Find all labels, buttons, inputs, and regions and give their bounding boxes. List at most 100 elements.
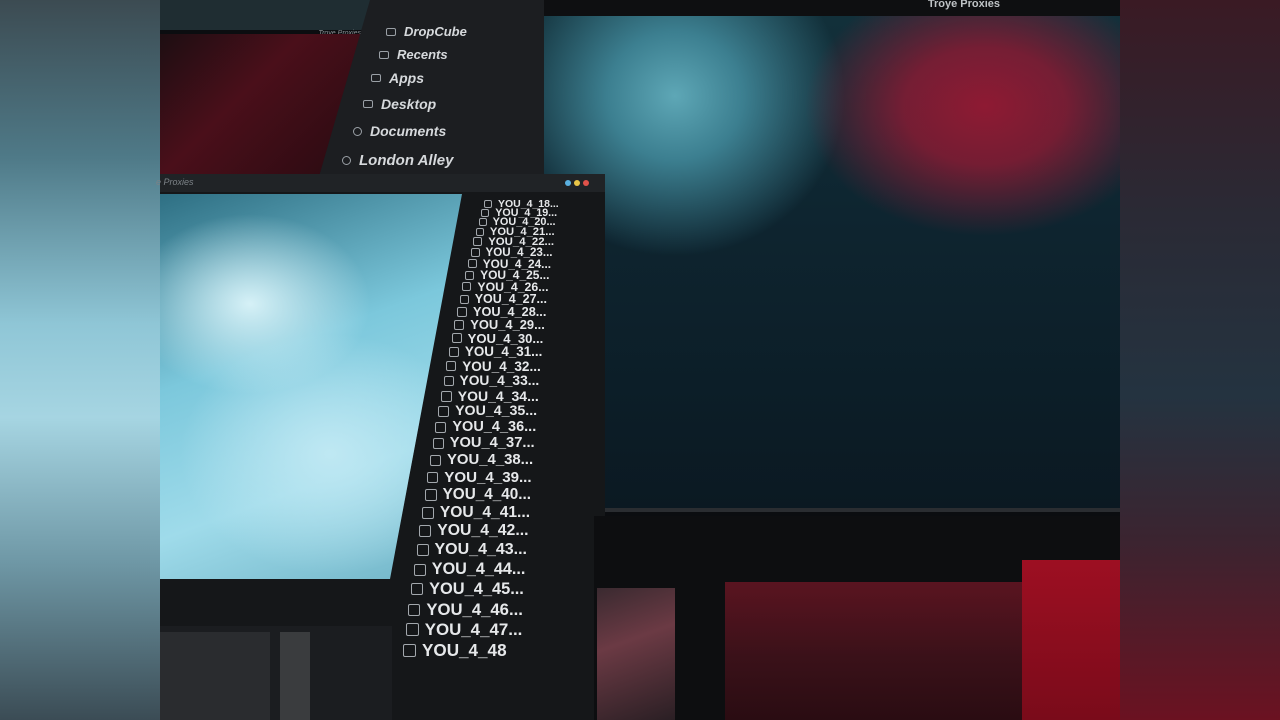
file-icon [470, 248, 480, 258]
background-window-titlebar: Troye Proxies [160, 0, 375, 37]
video-window-footer [160, 626, 392, 720]
file-name: YOU_4_37... [449, 435, 535, 452]
video-preview[interactable] [160, 194, 462, 579]
file-row[interactable]: YOU_4_46... [408, 599, 523, 620]
sidebar-item-label: Apps [389, 70, 424, 86]
file-name: YOU_4_40... [442, 486, 532, 504]
file-icon [454, 319, 465, 330]
file-name: YOU_4_43... [434, 541, 528, 559]
file-icon [408, 603, 421, 616]
file-name: YOU_4_38... [447, 452, 534, 468]
file-row[interactable]: YOU_4_28... [457, 305, 546, 319]
sidebar-item-dropcube[interactable]: DropCube [386, 24, 467, 39]
file-icon [432, 437, 444, 449]
file-icon [405, 623, 419, 637]
apps-icon [371, 74, 381, 82]
file-icon [467, 259, 477, 269]
footer-thumbnail [160, 632, 270, 720]
file-icon [424, 489, 437, 502]
file-name: YOU_4_48 [422, 640, 507, 660]
sidebar-item-label: Recents [397, 47, 448, 62]
file-row[interactable]: YOU_4_36... [435, 419, 536, 435]
file-row[interactable]: YOU_4_33... [443, 373, 540, 389]
file-row[interactable]: YOU_4_44... [413, 560, 525, 579]
file-name: YOU_4_36... [452, 419, 537, 436]
minimize-button[interactable] [565, 180, 571, 186]
file-icon [440, 390, 452, 402]
file-name: YOU_4_42... [437, 522, 529, 540]
file-row[interactable]: YOU_4_37... [432, 435, 535, 452]
close-button[interactable] [583, 180, 589, 186]
file-name: YOU_4_33... [459, 373, 540, 389]
file-row[interactable]: YOU_4_42... [419, 522, 529, 540]
file-icon [421, 507, 434, 520]
blurred-background-left [0, 0, 160, 720]
file-row[interactable]: YOU_4_45... [411, 580, 524, 599]
sidebar-item-london-alley[interactable]: London Alley [342, 152, 453, 169]
file-icon [475, 227, 484, 236]
file-icon [462, 282, 472, 292]
blurred-background-right [1120, 0, 1280, 720]
zoom-button[interactable] [574, 180, 580, 186]
photo-window-title: Troye Proxies [927, 0, 1000, 10]
file-name: YOU_4_34... [457, 388, 539, 405]
file-window-titlebar[interactable]: e Proxies [156, 174, 605, 192]
photo-window: Troye Proxies [525, 0, 1120, 512]
file-icon [457, 306, 467, 317]
file-name: YOU_4_28... [473, 304, 547, 319]
sidebar-item-label: London Alley [359, 152, 454, 169]
file-icon [435, 421, 447, 433]
file-row[interactable]: YOU_4_38... [430, 452, 533, 468]
photo-preview[interactable] [525, 16, 1120, 510]
file-icon [448, 346, 459, 357]
file-icon [403, 644, 416, 657]
file-row[interactable]: YOU_4_48 [403, 641, 507, 661]
file-row[interactable]: YOU_4_35... [438, 403, 537, 419]
sidebar-item-label: Desktop [381, 96, 437, 112]
app-stage: Troye Proxies Troye Proxies DropCube Rec… [0, 0, 1280, 720]
file-name: YOU_4_31... [464, 344, 543, 360]
file-name: YOU_4_39... [444, 469, 532, 486]
file-icon [416, 544, 429, 557]
sidebar-item-recents[interactable]: Recents [379, 47, 448, 62]
sidebar-item-desktop[interactable]: Desktop [363, 96, 436, 112]
shared-folder-icon [342, 156, 351, 165]
file-row[interactable]: YOU_4_34... [440, 388, 539, 405]
document-icon [353, 126, 362, 136]
file-row[interactable]: YOU_4_47... [405, 619, 523, 640]
file-icon [459, 294, 469, 304]
file-icon [446, 361, 457, 372]
clip-thumbnail[interactable] [1022, 560, 1120, 720]
sidebar-item-apps[interactable]: Apps [371, 70, 424, 86]
file-name: YOU_4_35... [455, 403, 538, 420]
file-name: YOU_4_41... [439, 504, 531, 522]
file-icon [427, 472, 439, 483]
file-name: YOU_4_45... [429, 579, 524, 598]
file-row[interactable]: YOU_4_40... [424, 486, 532, 504]
clip-thumbnail[interactable] [597, 588, 675, 720]
file-name: YOU_4_46... [426, 599, 523, 619]
file-icon [411, 583, 424, 596]
clip-thumbnail[interactable] [725, 582, 1045, 720]
file-icon [438, 405, 450, 417]
file-row[interactable]: YOU_4_41... [421, 504, 531, 522]
file-row[interactable]: YOU_4_39... [427, 469, 532, 486]
file-row[interactable]: YOU_4_31... [448, 344, 543, 360]
file-name: YOU_4_47... [424, 619, 523, 639]
sidebar-item-documents[interactable]: Documents [353, 123, 446, 139]
file-icon [473, 237, 483, 247]
file-icon [430, 454, 441, 466]
file-window-title: e Proxies [156, 177, 194, 187]
file-row[interactable]: YOU_4_43... [416, 541, 528, 559]
clock-icon [379, 50, 389, 59]
file-icon [465, 270, 475, 280]
photo-window-titlebar[interactable]: Troye Proxies [525, 0, 1120, 16]
file-name: YOU_4_32... [462, 358, 541, 374]
file-icon [451, 333, 462, 344]
traffic-lights [565, 180, 589, 186]
photo-window-bottom-bar [525, 508, 1120, 512]
file-row[interactable]: YOU_4_32... [446, 359, 541, 374]
sidebar-item-label: DropCube [404, 24, 467, 39]
file-icon [443, 375, 454, 386]
drive-icon [386, 27, 396, 36]
